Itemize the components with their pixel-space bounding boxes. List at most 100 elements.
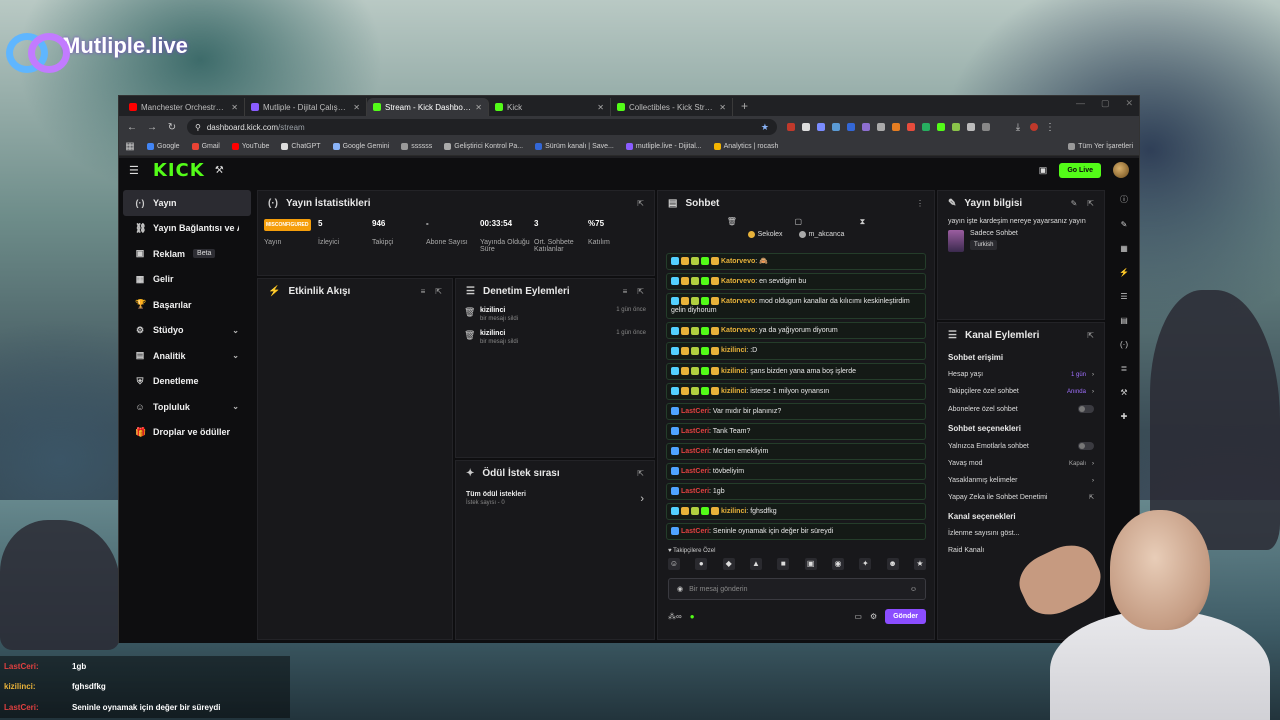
popout-icon[interactable]: ⇱ [637,469,644,478]
bookmark-item[interactable]: Analytics | rocash [713,143,778,150]
info-icon[interactable]: ⓘ [1120,194,1128,205]
extension-icon[interactable] [787,123,795,131]
tools-icon[interactable]: ⚒ [215,165,224,176]
hamburger-menu-icon[interactable]: ☰ [129,164,139,177]
chat-username[interactable]: kizilinci [721,347,746,354]
filter-icon[interactable]: ≡ [421,287,426,296]
hourglass-icon[interactable]: ⧗ [860,217,866,227]
bookmark-item[interactable]: Google Gemini [332,143,389,150]
chat-username[interactable]: Katorvevo [721,258,755,265]
sidebar-item-moderation[interactable]: ⛨ Denetleme [123,369,251,395]
edit-icon[interactable]: ✎ [1071,199,1078,208]
extension-icon[interactable] [817,123,825,131]
popout-icon[interactable]: ⇱ [1087,331,1094,340]
back-icon[interactable]: ← [127,122,137,133]
account-age-option[interactable]: Hesap yaşı 1 gün › [938,366,1104,383]
close-tab-icon[interactable]: ✕ [353,103,360,112]
bolt-icon[interactable]: ⚡ [1119,268,1129,277]
chat-username[interactable]: LastCeri [681,468,709,475]
stack-icon[interactable]: ≣ [1121,364,1128,373]
emote-icon[interactable]: ◆ [722,558,735,570]
chat-username[interactable]: LastCeri [681,428,709,435]
avatar[interactable] [1113,162,1129,178]
chat-username[interactable]: kizilinci [721,508,746,515]
camera-icon[interactable]: ▣ [1039,165,1048,176]
pencil-icon[interactable]: ✎ [1121,220,1128,229]
emoji-icon[interactable]: ☺ [910,586,917,593]
reload-icon[interactable]: ↻ [167,122,177,133]
chat-user[interactable]: m_akcanca [798,231,844,238]
subscribers-only-toggle[interactable] [1078,405,1094,413]
emote-icon[interactable]: ☻ [886,558,899,570]
chat-message-input[interactable]: ◉ Bir mesaj gönderin ☺ [668,578,926,600]
popout-icon[interactable]: ⇱ [637,199,644,208]
gear-icon[interactable]: ⚙ [870,612,877,621]
emote-icon[interactable]: ● [695,558,708,570]
extension-icon[interactable] [802,123,810,131]
browser-tab-active[interactable]: Stream - Kick Dashboard ✕ [367,98,489,116]
layout-icon[interactable]: ▦ [1120,244,1128,253]
popout-icon[interactable]: ⇱ [435,287,442,296]
all-bookmarks[interactable]: Tüm Yer İşaretleri [1068,143,1133,150]
chat-username[interactable]: Katorvevo [721,278,755,285]
close-tab-icon[interactable]: ✕ [231,103,238,112]
sidebar-item-studio[interactable]: ⚙ Stüdyo ⌄ [123,318,251,344]
chat-username[interactable]: Katorvevo [721,327,755,334]
tools-icon[interactable]: ⚒ [1120,388,1127,397]
extension-icon[interactable] [832,123,840,131]
extension-icon[interactable] [907,123,915,131]
extension-icon[interactable] [862,123,870,131]
sidebar-icon[interactable] [982,123,990,131]
extension-icon[interactable] [877,123,885,131]
chat-username[interactable]: kizilinci [721,388,746,395]
browser-tab[interactable]: Manchester Orchestra - Th ✕ [123,98,245,116]
sidebar-item-community[interactable]: ☺ Topluluk ⌄ [123,394,251,420]
list-icon[interactable]: ☰ [1120,292,1127,301]
puzzle-icon[interactable]: ✚ [1121,412,1128,421]
chat-username[interactable]: LastCeri [681,408,709,415]
browser-tab[interactable]: Collectibles - Kick Streaming ✕ [611,98,733,116]
new-tab-button[interactable]: + [733,99,756,113]
bookmark-item[interactable]: ChatGPT [281,143,321,150]
minimize-icon[interactable]: — [1076,98,1085,109]
kick-logo[interactable]: KICK [153,160,205,181]
browser-tab[interactable]: Kick ✕ [489,98,611,116]
chat-bubble-icon[interactable]: ▢ [794,217,802,227]
emote-icon[interactable]: ▣ [804,558,817,570]
sidebar-item-stream-key[interactable]: ⛓ Yayın Bağlantısı ve Anahtar [123,216,251,242]
more-vertical-icon[interactable]: ⋮ [916,199,924,208]
points-icon[interactable]: ⁂∞ [668,612,682,621]
emote-icon[interactable]: ★ [913,558,926,570]
emote-icon[interactable]: ✦ [859,558,872,570]
send-button[interactable]: Gönder [885,609,926,624]
chat-username[interactable]: LastCeri [681,448,709,455]
popout-icon[interactable]: ⇱ [637,287,644,296]
emote-icon[interactable]: ☺ [668,558,680,570]
extension-icon[interactable] [922,123,930,131]
emote-icon[interactable]: ▲ [749,558,762,570]
category-name[interactable]: Sadece Sohbet [970,230,1018,237]
all-rewards-row[interactable]: Tüm ödül istekleri İstek sayısı - 0 › [456,485,654,512]
sidebar-item-ads[interactable]: ▣ Reklam Beta [123,241,251,267]
url-input[interactable]: ⚲ dashboard.kick.com/stream ★ [187,119,777,135]
extension-icon[interactable] [952,123,960,131]
close-window-icon[interactable]: ✕ [1125,98,1133,109]
close-tab-icon[interactable]: ✕ [719,103,726,112]
extension-icon[interactable] [892,123,900,131]
emote-icon[interactable]: ■ [777,558,790,570]
bookmark-item[interactable]: Geliştirici Kontrol Pa... [444,143,523,150]
emotes-only-toggle[interactable] [1078,442,1094,450]
slow-mode-option[interactable]: Yavaş mod Kapalı › [938,455,1104,472]
chat-icon[interactable]: ▤ [1120,316,1128,325]
bookmark-item[interactable]: ssssss [401,143,432,150]
site-info-icon[interactable]: ⚲ [195,123,201,132]
browser-tab[interactable]: Mutliple - Dijital Çalışma Alanın ✕ [245,98,367,116]
maximize-icon[interactable]: ▢ [1101,98,1110,109]
sidebar-item-yayin[interactable]: (·) Yayın [123,190,251,216]
chat-username[interactable]: kizilinci [721,368,746,375]
trash-icon[interactable]: 🗑 [727,217,737,227]
bookmark-item[interactable]: Gmail [191,143,220,150]
bookmark-item[interactable]: YouTube [231,143,269,150]
bookmark-star-icon[interactable]: ★ [761,122,769,133]
banned-words-option[interactable]: Yasaklanmış kelimeler › [938,472,1104,489]
